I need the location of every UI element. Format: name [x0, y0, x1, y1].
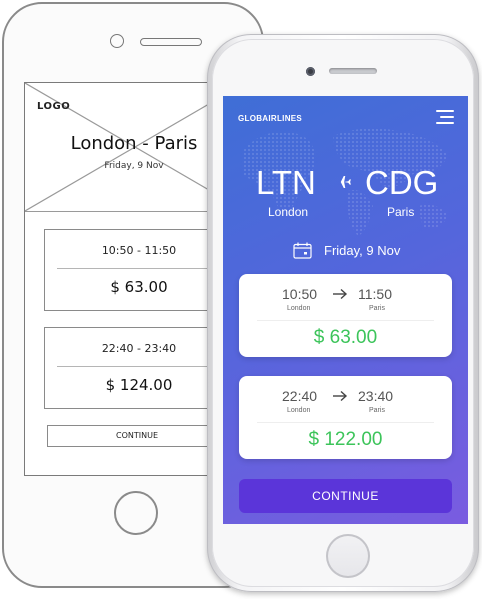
calendar-icon[interactable] [293, 242, 312, 259]
departure-city: London [287, 305, 311, 312]
origin-airport-code: LTN [256, 164, 316, 201]
app-screen: GLOBAIRLINES LTN CDG London Paris Friday… [223, 96, 468, 524]
wireframe-flight-card[interactable]: 22:40 - 23:40 $ 124.00 [44, 327, 234, 409]
wireframe-speaker [140, 38, 202, 46]
wireframe-flight-price: $ 63.00 [110, 278, 168, 296]
arrow-right-icon [333, 288, 348, 300]
travel-date[interactable]: Friday, 9 Nov [324, 243, 400, 258]
wireframe-flight-times: 10:50 - 11:50 [101, 244, 177, 257]
destination-city: Paris [387, 205, 415, 219]
airplane-icon [335, 176, 351, 188]
wireframe-flight-card[interactable]: 10:50 - 11:50 $ 63.00 [44, 229, 234, 311]
divider [57, 366, 221, 367]
departure-city: London [287, 407, 311, 414]
destination-airport-code: CDG [365, 164, 439, 201]
home-button[interactable] [326, 534, 370, 578]
arrival-city: Paris [369, 305, 385, 312]
wireframe-camera-icon [110, 34, 124, 48]
flight-price: $ 63.00 [313, 327, 378, 348]
wireframe-logo: LOGO [37, 101, 71, 112]
divider [257, 422, 434, 423]
wireframe-flight-times: 22:40 - 23:40 [101, 342, 177, 355]
wireframe-continue-button[interactable]: CONTINUE [47, 425, 227, 447]
flight-price: $ 122.00 [308, 429, 383, 450]
arrival-time: 23:40 [358, 388, 394, 404]
camera-icon [306, 67, 315, 76]
departure-time: 22:40 [282, 388, 318, 404]
flight-card[interactable]: 22:40 23:40 London Paris $ 122.00 [239, 376, 452, 459]
arrival-time: 11:50 [358, 286, 392, 302]
wireframe-home-button[interactable] [114, 491, 158, 535]
brand-logo: GLOBAIRLINES [238, 114, 303, 123]
arrow-right-icon [333, 390, 348, 402]
hamburger-menu-icon[interactable] [436, 110, 454, 124]
continue-button[interactable]: CONTINUE [239, 479, 452, 513]
divider [57, 268, 221, 269]
flight-card[interactable]: 10:50 11:50 London Paris $ 63.00 [239, 274, 452, 357]
speaker [329, 68, 377, 74]
arrival-city: Paris [369, 407, 385, 414]
origin-city: London [268, 205, 309, 219]
departure-time: 10:50 [282, 286, 318, 302]
divider [257, 320, 434, 321]
wireframe-flight-price: $ 124.00 [105, 376, 173, 394]
